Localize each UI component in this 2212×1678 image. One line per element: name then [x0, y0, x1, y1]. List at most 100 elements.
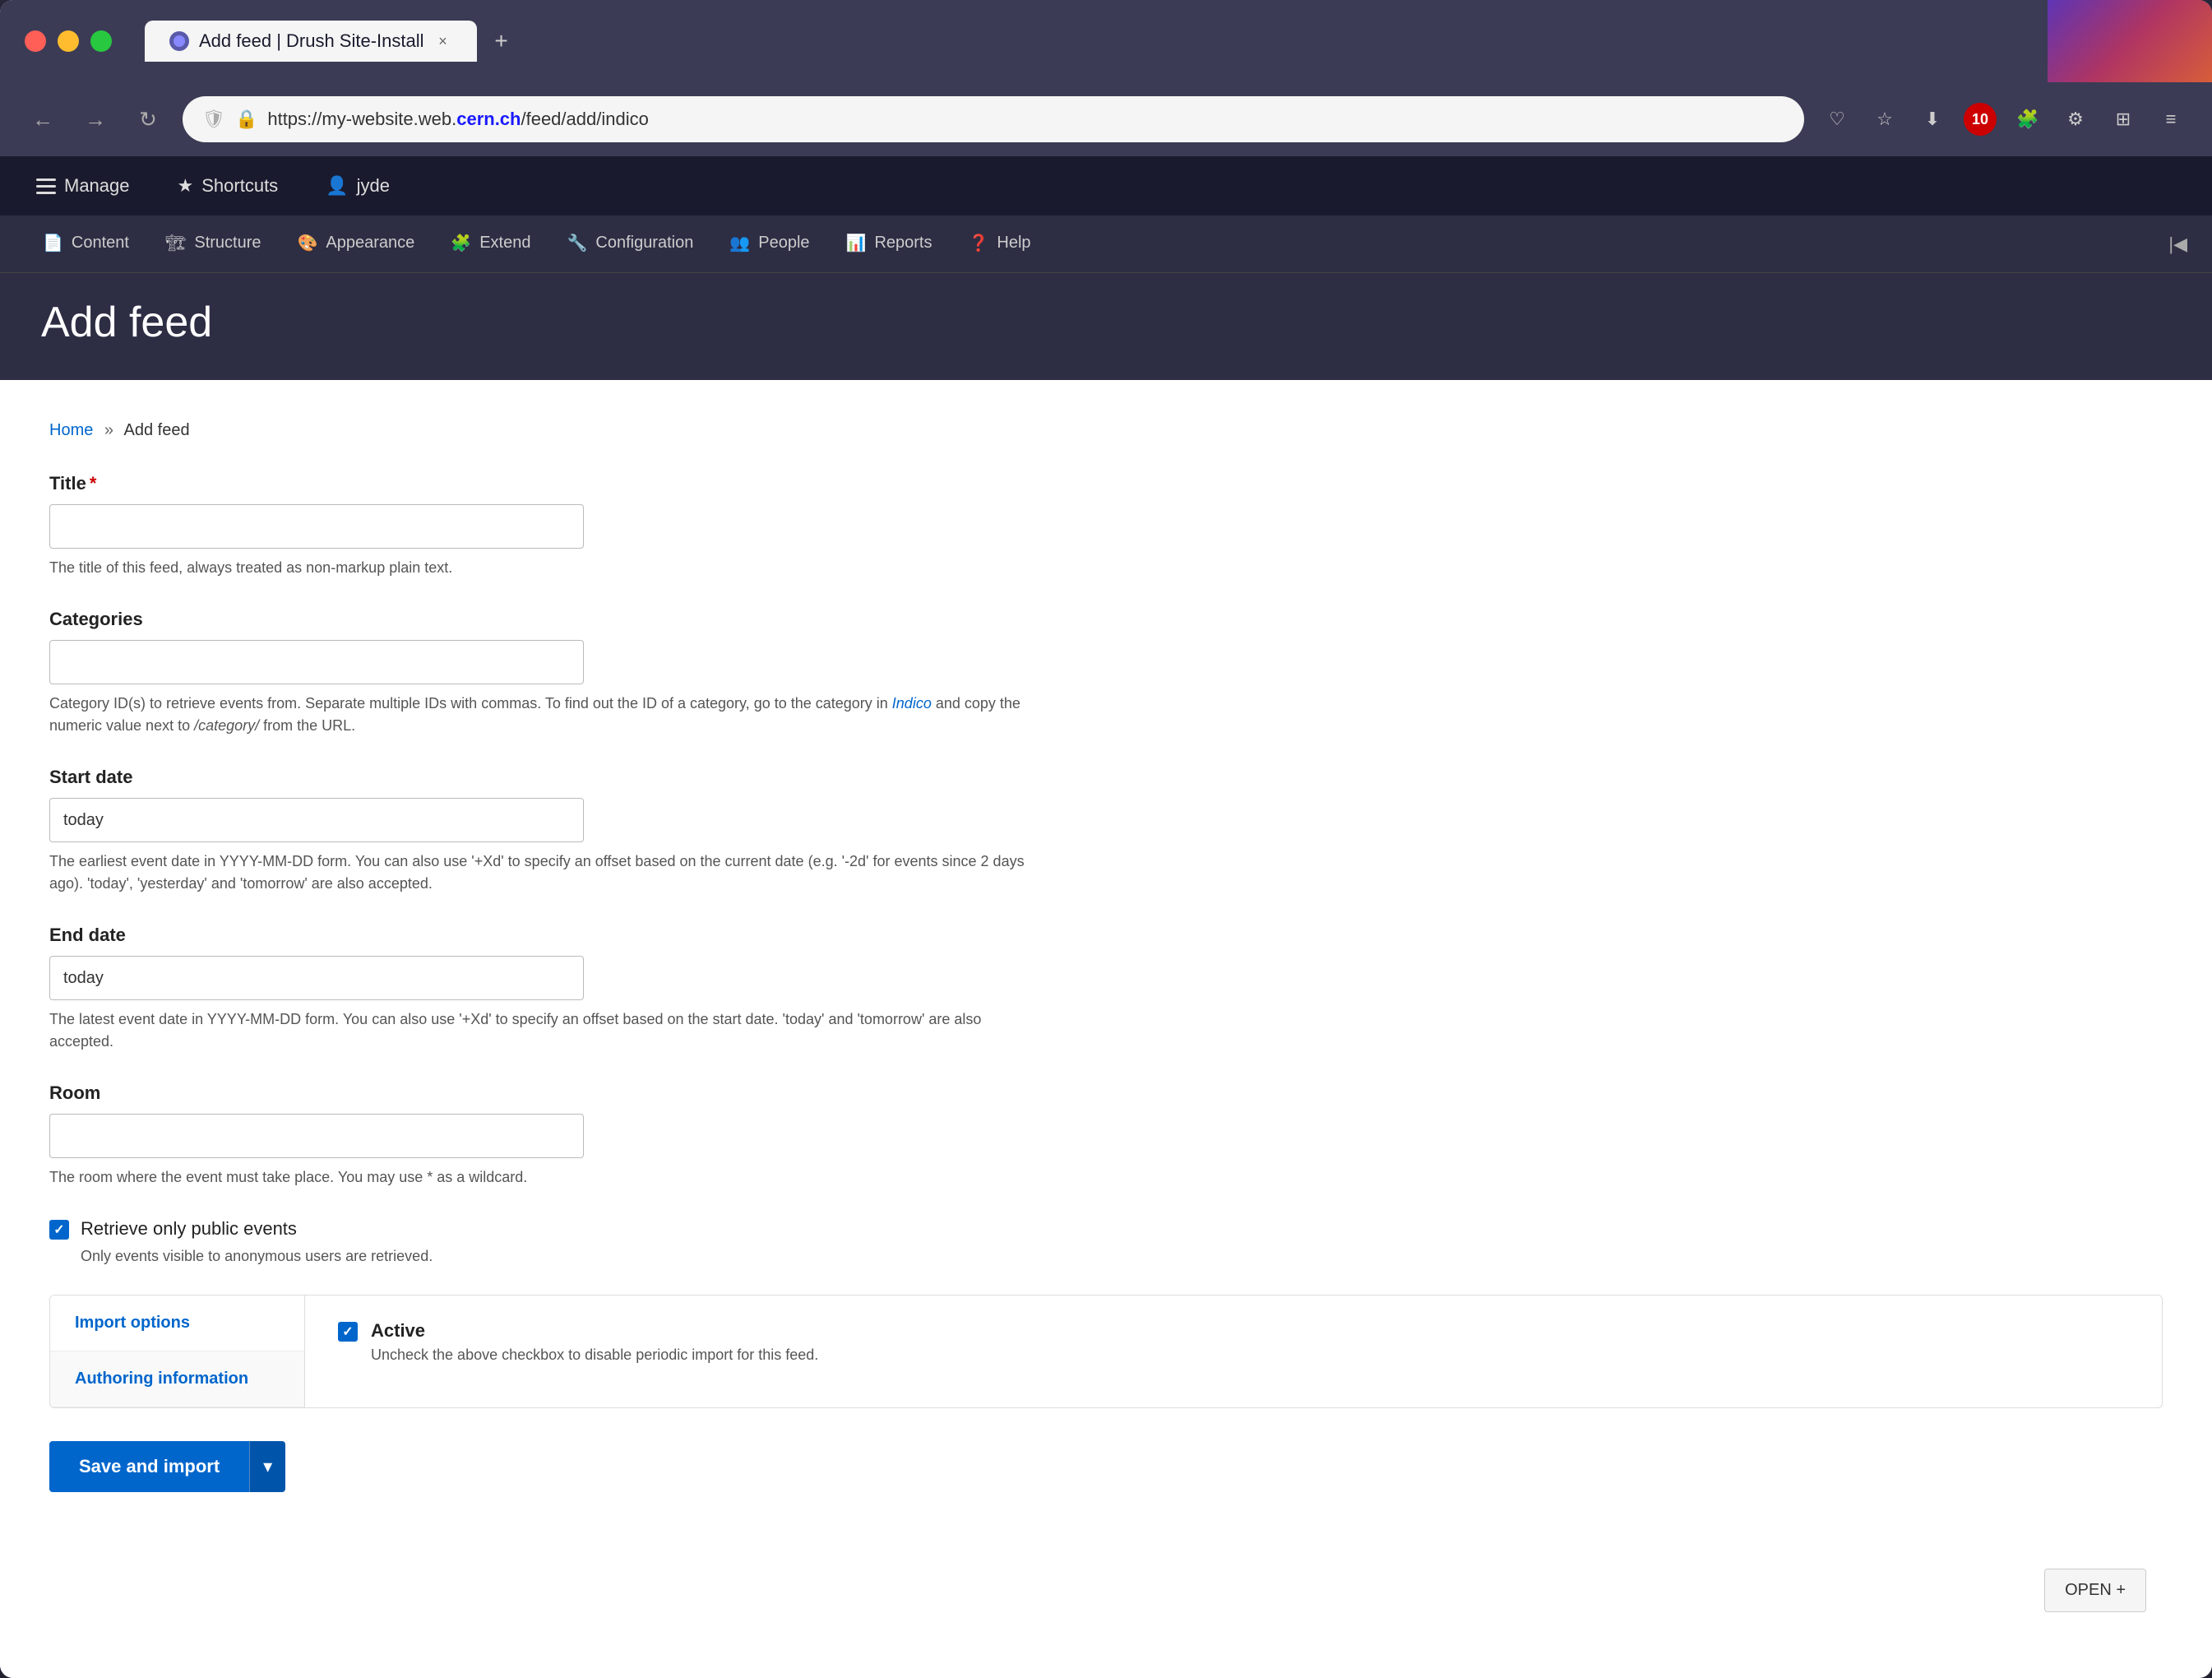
title-help: The title of this feed, always treated a… — [49, 557, 1036, 579]
ublock-icon[interactable]: 10 — [1964, 103, 1997, 136]
tab-favicon — [169, 31, 189, 51]
manage-button[interactable]: Manage — [25, 169, 141, 203]
url-bar[interactable]: 🛡 🔒 https://my-website.web.cern.ch/feed/… — [183, 96, 1804, 142]
import-options-tab[interactable]: Import options — [50, 1296, 304, 1351]
url-suffix: /feed/add/indico — [521, 109, 648, 129]
back-button[interactable]: ← — [25, 101, 61, 137]
breadcrumb: Home » Add feed — [49, 421, 2163, 440]
title-label: Title* — [49, 473, 2163, 494]
settings-icon[interactable]: ⚙ — [2059, 103, 2092, 136]
nav-item-people[interactable]: 👥 People — [711, 216, 827, 272]
nav-content-label: Content — [72, 234, 129, 253]
cms-toolbar: Manage ★ Shortcuts 👤 jyde — [0, 156, 2212, 216]
nav-item-reports[interactable]: 📊 Reports — [828, 216, 951, 272]
room-label: Room — [49, 1082, 2163, 1104]
reload-button[interactable]: ↻ — [130, 101, 166, 137]
categories-help: Category ID(s) to retrieve events from. … — [49, 693, 1036, 737]
page-nav: Content 🏗 Structure 🎨 Appearance 🧩 Exten… — [0, 216, 2212, 273]
categories-field-group: Categories Category ID(s) to retrieve ev… — [49, 609, 2163, 737]
forward-button[interactable]: → — [77, 101, 113, 137]
url-highlight: cern.ch — [456, 109, 521, 129]
user-label: jyde — [357, 175, 390, 197]
retrieve-public-label: Retrieve only public events — [81, 1218, 297, 1240]
nav-extend-label: Extend — [479, 234, 530, 253]
nav-item-structure[interactable]: 🏗 Structure — [147, 216, 280, 272]
minimize-button[interactable] — [58, 30, 79, 52]
page-title: Add feed — [41, 298, 2171, 347]
maximize-button[interactable] — [90, 30, 112, 52]
categories-label: Categories — [49, 609, 2163, 630]
breadcrumb-separator: » — [104, 421, 113, 439]
tab-bar: Add feed | Drush Site-Install × + — [145, 21, 2187, 62]
nav-reports-label: Reports — [874, 234, 932, 253]
room-input[interactable] — [49, 1114, 584, 1158]
reports-icon: 📊 — [846, 233, 867, 253]
start-date-field-group: Start date The earliest event date in YY… — [49, 767, 2163, 895]
nav-item-content[interactable]: Content — [25, 216, 147, 272]
retrieve-public-row: Retrieve only public events — [49, 1218, 2163, 1240]
tab-title: Add feed | Drush Site-Install — [199, 30, 424, 52]
main-content: Home » Add feed Title* The title of this… — [0, 380, 2212, 1678]
room-help: The room where the event must take place… — [49, 1166, 1036, 1189]
breadcrumb-current: Add feed — [124, 421, 190, 439]
active-tab[interactable]: Add feed | Drush Site-Install × — [145, 21, 477, 62]
nav-help-label: Help — [997, 234, 1030, 253]
categories-input[interactable] — [49, 640, 584, 684]
star-toolbar-icon: ★ — [178, 175, 194, 197]
active-checkbox[interactable] — [338, 1322, 358, 1342]
nav-item-extend[interactable]: 🧩 Extend — [433, 216, 548, 272]
title-input[interactable] — [49, 504, 584, 549]
open-button[interactable]: OPEN + — [2044, 1569, 2146, 1612]
manage-label: Manage — [64, 175, 130, 197]
indico-link[interactable]: Indico — [892, 695, 932, 712]
save-import-button[interactable]: Save and import — [49, 1441, 249, 1492]
shortcuts-label: Shortcuts — [201, 175, 278, 197]
close-button[interactable] — [25, 30, 46, 52]
url-bar-row: ← → ↻ 🛡 🔒 https://my-website.web.cern.ch… — [0, 82, 2212, 156]
authoring-information-tab[interactable]: Authoring information — [50, 1351, 304, 1407]
save-dropdown-button[interactable]: ▾ — [249, 1441, 285, 1492]
nav-structure-label: Structure — [194, 234, 261, 253]
nav-collapse-button[interactable]: |◀ — [2168, 234, 2187, 255]
help-icon: ❓ — [968, 233, 988, 253]
dropdown-icon: ▾ — [263, 1456, 272, 1476]
start-date-input[interactable] — [49, 798, 584, 842]
retrieve-public-checkbox[interactable] — [49, 1220, 69, 1240]
tab-close-button[interactable]: × — [434, 32, 452, 50]
browser-icons: ♡ ☆ ⬇ 10 🧩 ⚙ ⊞ ≡ — [1821, 103, 2187, 136]
grid-icon[interactable]: ⊞ — [2107, 103, 2140, 136]
save-row: Save and import ▾ — [49, 1441, 2163, 1492]
nav-item-configuration[interactable]: 🔧 Configuration — [548, 216, 711, 272]
user-icon: 👤 — [326, 175, 348, 197]
nav-people-label: People — [758, 234, 809, 253]
extend-icon: 🧩 — [451, 233, 471, 253]
end-date-input[interactable] — [49, 956, 584, 1000]
configuration-icon: 🔧 — [567, 233, 587, 253]
title-bar: Add feed | Drush Site-Install × + — [0, 0, 2212, 82]
content-icon — [43, 233, 63, 253]
extensions-icon[interactable]: 🧩 — [2011, 103, 2044, 136]
title-required: * — [90, 473, 97, 494]
breadcrumb-home-link[interactable]: Home — [49, 421, 93, 439]
traffic-lights — [25, 30, 112, 52]
url-text: https://my-website.web.cern.ch/feed/add/… — [267, 109, 648, 130]
user-button[interactable]: 👤 jyde — [314, 169, 401, 203]
structure-icon: 🏗 — [165, 233, 186, 253]
new-tab-button[interactable]: + — [485, 25, 518, 58]
security-icon: 🛡 — [202, 109, 225, 130]
nav-item-appearance[interactable]: 🎨 Appearance — [280, 216, 433, 272]
star-icon[interactable]: ☆ — [1868, 103, 1901, 136]
retrieve-public-help: Only events visible to anonymous users a… — [81, 1248, 2163, 1265]
url-prefix: https://my-website.web. — [267, 109, 456, 129]
import-content: Active Uncheck the above checkbox to dis… — [305, 1296, 2162, 1407]
active-text: Active Uncheck the above checkbox to dis… — [371, 1320, 818, 1364]
start-date-help: The earliest event date in YYYY-MM-DD fo… — [49, 851, 1036, 895]
download-icon[interactable]: ⬇ — [1916, 103, 1949, 136]
pocket-icon[interactable]: ♡ — [1821, 103, 1853, 136]
people-icon: 👥 — [729, 233, 750, 253]
nav-item-help[interactable]: ❓ Help — [950, 216, 1048, 272]
end-date-field-group: End date The latest event date in YYYY-M… — [49, 925, 2163, 1053]
menu-icon[interactable]: ≡ — [2154, 103, 2187, 136]
shortcuts-button[interactable]: ★ Shortcuts — [166, 169, 290, 203]
appearance-icon: 🎨 — [298, 233, 318, 253]
